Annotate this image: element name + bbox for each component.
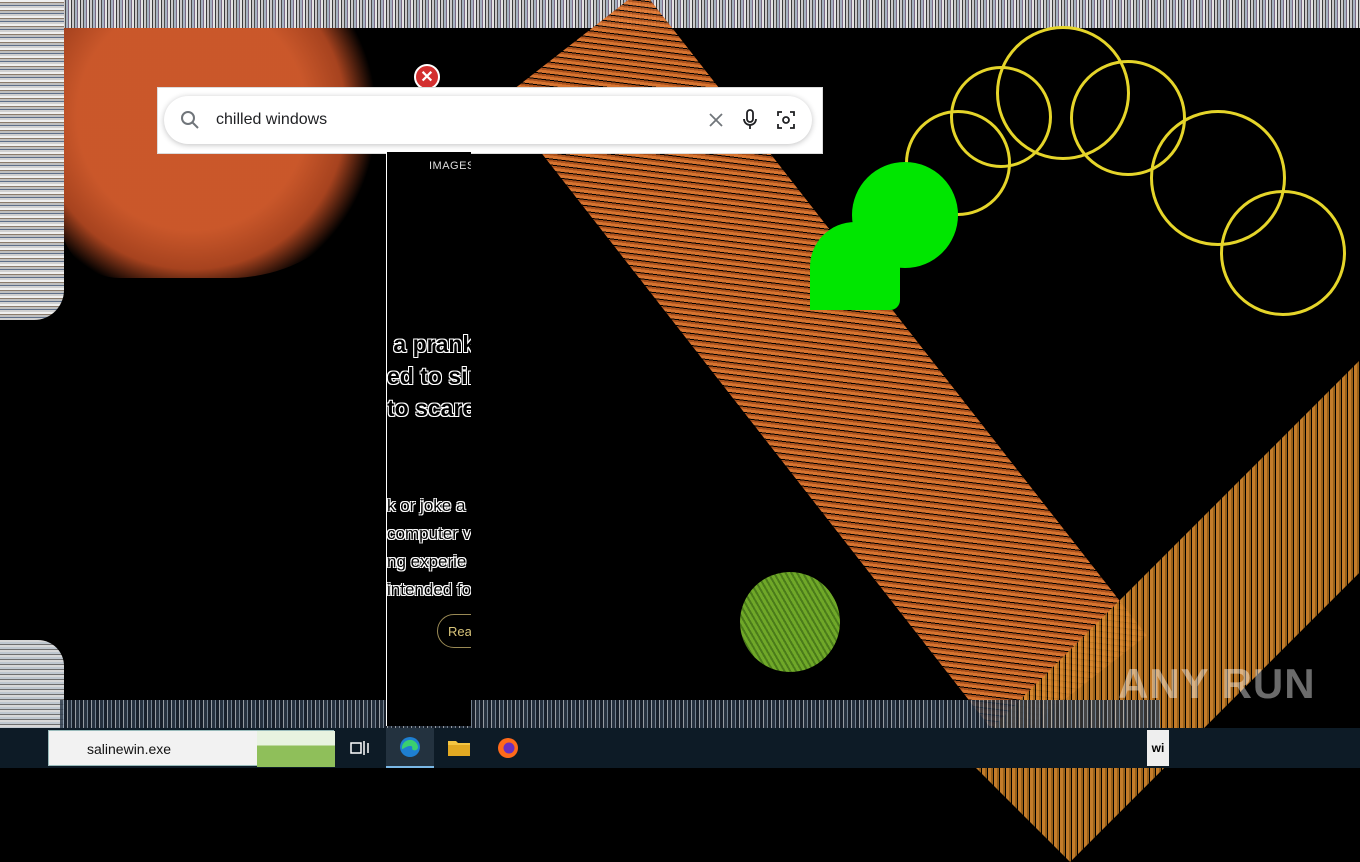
search-input[interactable]: chilled windows xyxy=(216,96,327,144)
taskbar-search-text[interactable]: salinewin.exe xyxy=(87,731,171,767)
search-card: chilled windows xyxy=(157,87,823,154)
green-circle xyxy=(810,222,900,310)
tray-fragment[interactable]: wi xyxy=(1147,730,1169,766)
panel-body-text: k or joke a computer v ng experie intend… xyxy=(387,496,471,599)
microphone-icon[interactable] xyxy=(738,108,762,132)
task-view-icon[interactable] xyxy=(336,728,384,768)
edge-icon[interactable] xyxy=(386,728,434,768)
panel-headline: a prank ed to sim to scare xyxy=(387,331,471,421)
firefox-icon[interactable] xyxy=(484,728,532,768)
search-highlight-illustration xyxy=(257,731,335,767)
noise-border-bottom xyxy=(60,700,1160,730)
noise-border-left xyxy=(0,0,64,320)
green-noise-patch xyxy=(740,572,840,672)
noise-border-left-bottom xyxy=(0,640,64,732)
clear-icon[interactable] xyxy=(704,108,728,132)
search-box[interactable]: chilled windows xyxy=(164,96,812,144)
yellow-ring xyxy=(1220,190,1346,316)
file-explorer-icon[interactable] xyxy=(435,728,483,768)
taskbar-search-box[interactable]: salinewin.exe xyxy=(48,730,335,767)
noise-border-top xyxy=(0,0,1360,28)
browser-panel-fragment: IMAGES a prank ed to sim to scare k or j… xyxy=(386,152,471,726)
anyrun-watermark: ANY RUN xyxy=(1118,660,1316,707)
lens-camera-icon[interactable] xyxy=(774,108,798,132)
tab-images[interactable]: IMAGES xyxy=(429,160,471,172)
search-icon xyxy=(178,108,202,132)
read-more-button[interactable]: Rea xyxy=(437,614,471,648)
